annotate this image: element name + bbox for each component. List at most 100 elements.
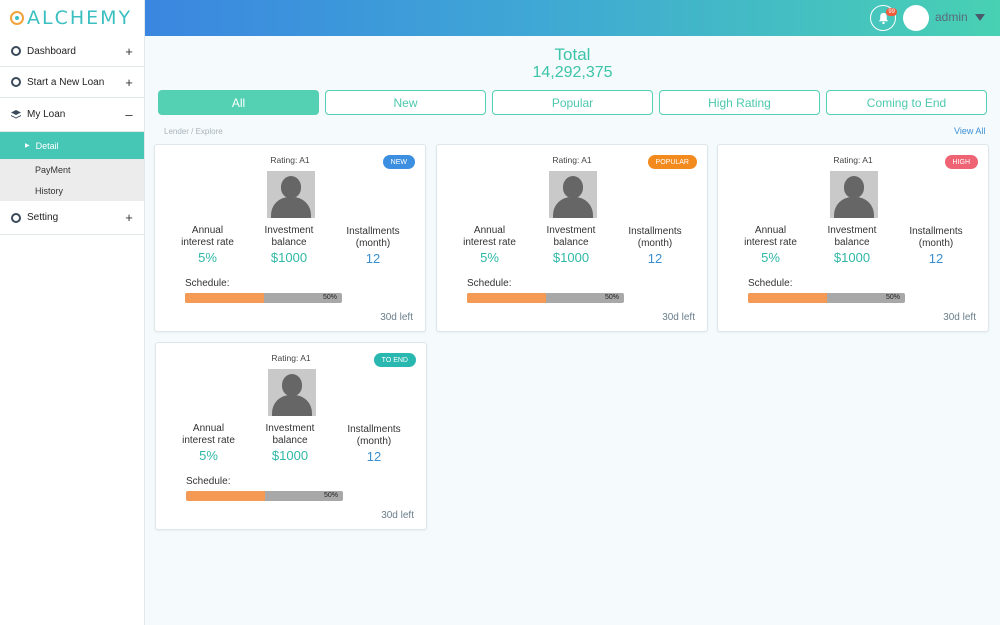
schedule-progress-fill [186, 491, 265, 501]
tab-coming-to-end[interactable]: Coming to End [826, 90, 987, 115]
loan-card[interactable]: Rating: A1 HIGH Annual interest rate 5% … [717, 144, 989, 332]
sidebar-subitem-label: History [35, 185, 64, 196]
schedule-progress-text: 50% [604, 294, 619, 301]
sidebar-subitem-payment[interactable]: PayMent [0, 159, 144, 180]
days-left: 30d left [380, 312, 413, 323]
view-all-link[interactable]: View All [954, 126, 985, 136]
annual-interest-rate: Annual interest rate 5% [176, 423, 241, 464]
username[interactable]: admin [935, 10, 968, 24]
total-label: Total [554, 45, 591, 64]
installments-value: 12 [928, 251, 944, 266]
sidebar-subitem-history[interactable]: History [0, 180, 144, 201]
schedule-progress-bar: 50% [185, 293, 342, 303]
tab-all[interactable]: All [158, 90, 319, 115]
expand-icon[interactable]: + [124, 44, 134, 59]
days-left: 30d left [943, 312, 976, 323]
tab-new[interactable]: New [325, 90, 486, 115]
loan-card[interactable]: Rating: A1 TO END Annual interest rate 5… [155, 342, 427, 530]
sidebar-subitem-label: PayMent [35, 164, 71, 175]
sidebar-item-label: Setting [27, 212, 59, 223]
annual-interest-value: 5% [761, 250, 780, 265]
investment-balance-label: Investment balance [546, 225, 596, 248]
investment-balance: Investment balance $1000 [253, 225, 325, 266]
annual-interest-value: 5% [199, 448, 218, 463]
schedule-progress-fill [185, 293, 264, 303]
annual-interest-label: Annual interest rate [744, 225, 797, 248]
sidebar-item-label: My Loan [27, 109, 66, 120]
sidebar-item-dashboard[interactable]: Dashboard + [0, 36, 144, 67]
schedule-label: Schedule: [467, 278, 512, 289]
installments-value: 12 [365, 251, 381, 266]
installments-value: 12 [647, 251, 663, 266]
sidebar-subitem-detail[interactable]: ▶ Detail [0, 132, 144, 159]
borrower-avatar [268, 369, 316, 416]
investment-balance-label: Investment balance [265, 423, 315, 446]
annual-interest-label: Annual interest rate [463, 225, 516, 248]
chevron-down-icon[interactable] [975, 14, 985, 21]
investment-balance-label: Investment balance [264, 225, 314, 248]
app-logo[interactable]: ALCHEMY [0, 0, 144, 36]
installments-label: Installments (month) [346, 226, 400, 249]
status-badge: HIGH [944, 155, 978, 169]
schedule-progress-bar: 50% [748, 293, 905, 303]
notification-button[interactable]: 99 [870, 5, 897, 31]
investment-balance: Investment balance $1000 [254, 423, 326, 464]
annual-interest-value: 5% [198, 250, 217, 265]
schedule-progress-text: 50% [323, 492, 338, 499]
installments-label: Installments (month) [347, 424, 401, 447]
installments-label: Installments (month) [909, 226, 963, 249]
caret-right-icon: ▶ [25, 143, 30, 149]
my-loan-submenu: ▶ Detail PayMent History [0, 132, 144, 201]
installments: Installments (month) 12 [900, 226, 972, 267]
collapse-icon[interactable]: – [124, 107, 134, 122]
annual-interest-value: 5% [480, 250, 499, 265]
expand-icon[interactable]: + [124, 210, 134, 225]
expand-icon[interactable]: + [124, 75, 134, 90]
investment-balance: Investment balance $1000 [816, 225, 888, 266]
sidebar-subitem-label: Detail [35, 140, 59, 151]
schedule-label: Schedule: [186, 476, 231, 487]
schedule-progress-text: 50% [322, 294, 337, 301]
days-left: 30d left [381, 510, 414, 521]
borrower-avatar [267, 171, 315, 218]
filter-tabs: All New Popular High Rating Coming to En… [158, 90, 987, 115]
status-badge: NEW [382, 155, 415, 169]
avatar[interactable] [903, 5, 929, 31]
loan-card[interactable]: Rating: A1 POPULAR Annual interest rate … [436, 144, 708, 332]
status-badge: TO END [373, 353, 416, 367]
schedule-progress-fill [748, 293, 827, 303]
tab-high-rating[interactable]: High Rating [659, 90, 820, 115]
schedule-progress-bar: 50% [186, 491, 343, 501]
installments: Installments (month) 12 [338, 424, 410, 465]
sidebar-item-setting[interactable]: Setting + [0, 201, 144, 235]
investment-balance: Investment balance $1000 [535, 225, 607, 266]
installments: Installments (month) 12 [337, 226, 409, 267]
schedule-label: Schedule: [185, 278, 230, 289]
breadcrumb: Lender / Explore [164, 127, 223, 136]
tab-popular[interactable]: Popular [492, 90, 653, 115]
loan-card[interactable]: Rating: A1 NEW Annual interest rate 5% I… [154, 144, 426, 332]
annual-interest-label: Annual interest rate [182, 423, 235, 446]
investment-balance-label: Investment balance [827, 225, 877, 248]
total-summary: Total 14,292,375 [145, 46, 1000, 82]
layers-icon [11, 109, 21, 120]
investment-balance-value: $1000 [833, 250, 871, 265]
installments-label: Installments (month) [628, 226, 682, 249]
sidebar: ALCHEMY Dashboard + Start a New Loan + M… [0, 0, 145, 625]
borrower-avatar [549, 171, 597, 218]
status-badge: POPULAR [647, 155, 697, 169]
days-left: 30d left [662, 312, 695, 323]
logo-icon [10, 11, 24, 25]
circle-icon [11, 46, 21, 56]
installments: Installments (month) 12 [619, 226, 691, 267]
notification-badge: 99 [886, 8, 897, 16]
schedule-progress-bar: 50% [467, 293, 624, 303]
schedule-progress-text: 50% [885, 294, 900, 301]
total-value: 14,292,375 [532, 64, 613, 81]
circle-icon [11, 212, 21, 223]
investment-balance-value: $1000 [552, 250, 590, 265]
installments-value: 12 [366, 449, 382, 464]
sidebar-item-start-new-loan[interactable]: Start a New Loan + [0, 67, 144, 98]
sidebar-item-my-loan[interactable]: My Loan – [0, 98, 144, 132]
circle-icon [11, 77, 21, 87]
